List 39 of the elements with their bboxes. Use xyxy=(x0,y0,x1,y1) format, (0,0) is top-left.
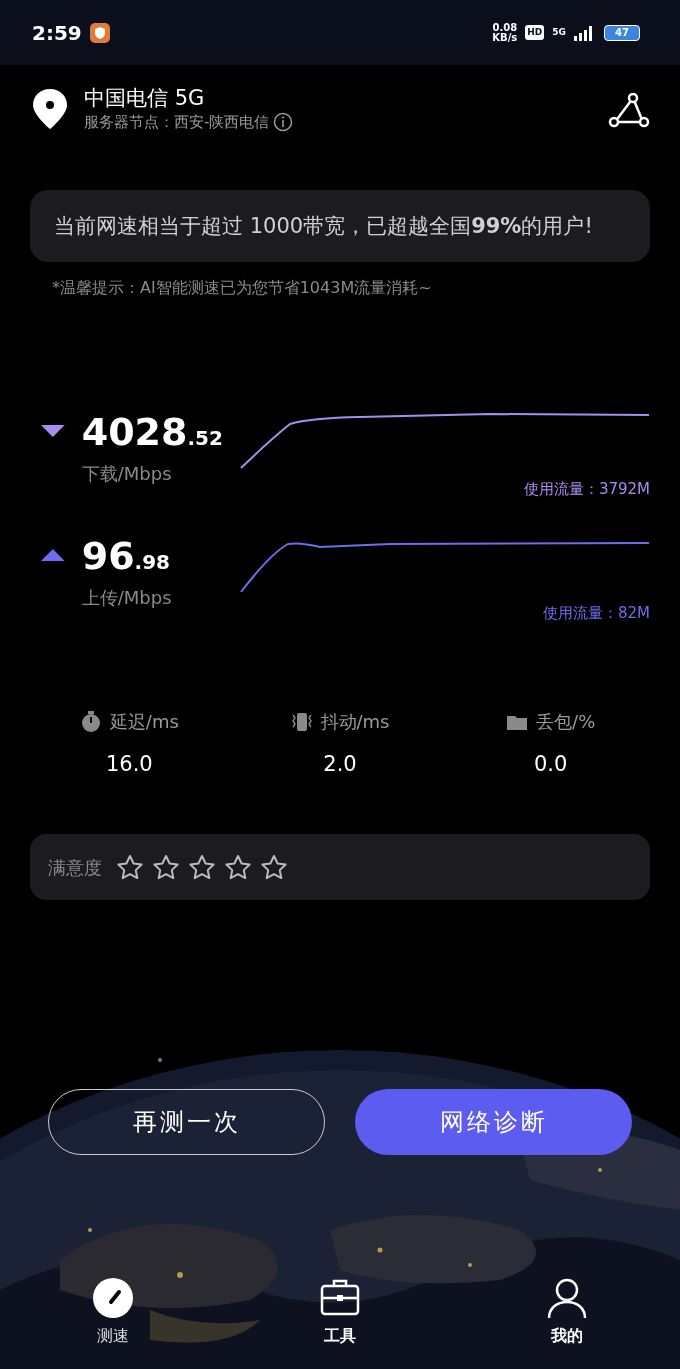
metric-label: 延迟/ms xyxy=(109,710,179,734)
location-pin-icon xyxy=(32,89,68,129)
data-usage: 使用流量：82M xyxy=(542,603,650,624)
metric-label: 丢包/% xyxy=(536,710,596,734)
speed-value: 4028.52 xyxy=(81,410,224,456)
star-icon[interactable] xyxy=(152,854,180,880)
star-icon[interactable] xyxy=(224,854,252,880)
shield-icon xyxy=(89,22,110,43)
share-icon[interactable] xyxy=(608,93,650,129)
tip-text: *温馨提示：AI智能测速已为您节省1043M流量消耗~ xyxy=(52,277,433,299)
nav-tab[interactable]: 测速 xyxy=(91,1276,136,1348)
speed-value: 96.98 xyxy=(81,534,172,580)
network-speed-unit: KB/s xyxy=(492,32,518,43)
metric-value: 0.0 xyxy=(533,751,568,778)
metric-value: 2.0 xyxy=(323,751,357,778)
speed-unit-label: 下载/Mbps xyxy=(81,462,173,486)
network-speed: 0.08 xyxy=(492,22,518,33)
stopwatch-icon xyxy=(79,710,102,733)
hd-indicator: HD xyxy=(525,24,545,41)
metric-value: 16.0 xyxy=(105,751,153,778)
diagnose-button[interactable]: 网络诊断 xyxy=(355,1089,632,1155)
rating-label: 满意度 xyxy=(48,855,102,880)
nav-tab[interactable]: 工具 xyxy=(318,1276,362,1348)
star-icon[interactable] xyxy=(260,854,288,880)
network-type: 5G xyxy=(552,25,566,39)
metric-label: 抖动/ms xyxy=(320,710,390,734)
vibration-icon xyxy=(290,710,313,733)
star-icon[interactable] xyxy=(116,854,144,880)
info-icon[interactable] xyxy=(273,112,294,133)
gauge-icon xyxy=(91,1276,136,1320)
speed-unit-label: 上传/Mbps xyxy=(81,586,173,610)
server-label: 服务器节点：西安-陕西电信 xyxy=(84,112,270,133)
battery-indicator: 47 xyxy=(604,24,640,41)
result-message: 当前网速相当于超过 1000带宽，已超越全国99%的用户! xyxy=(30,190,650,262)
nav-tab[interactable]: 我的 xyxy=(544,1276,589,1348)
carrier-name: 中国电信 5G xyxy=(84,85,206,111)
status-time: 2:59 xyxy=(32,19,82,47)
star-icon[interactable] xyxy=(188,854,216,880)
data-usage: 使用流量：3792M xyxy=(523,479,650,500)
